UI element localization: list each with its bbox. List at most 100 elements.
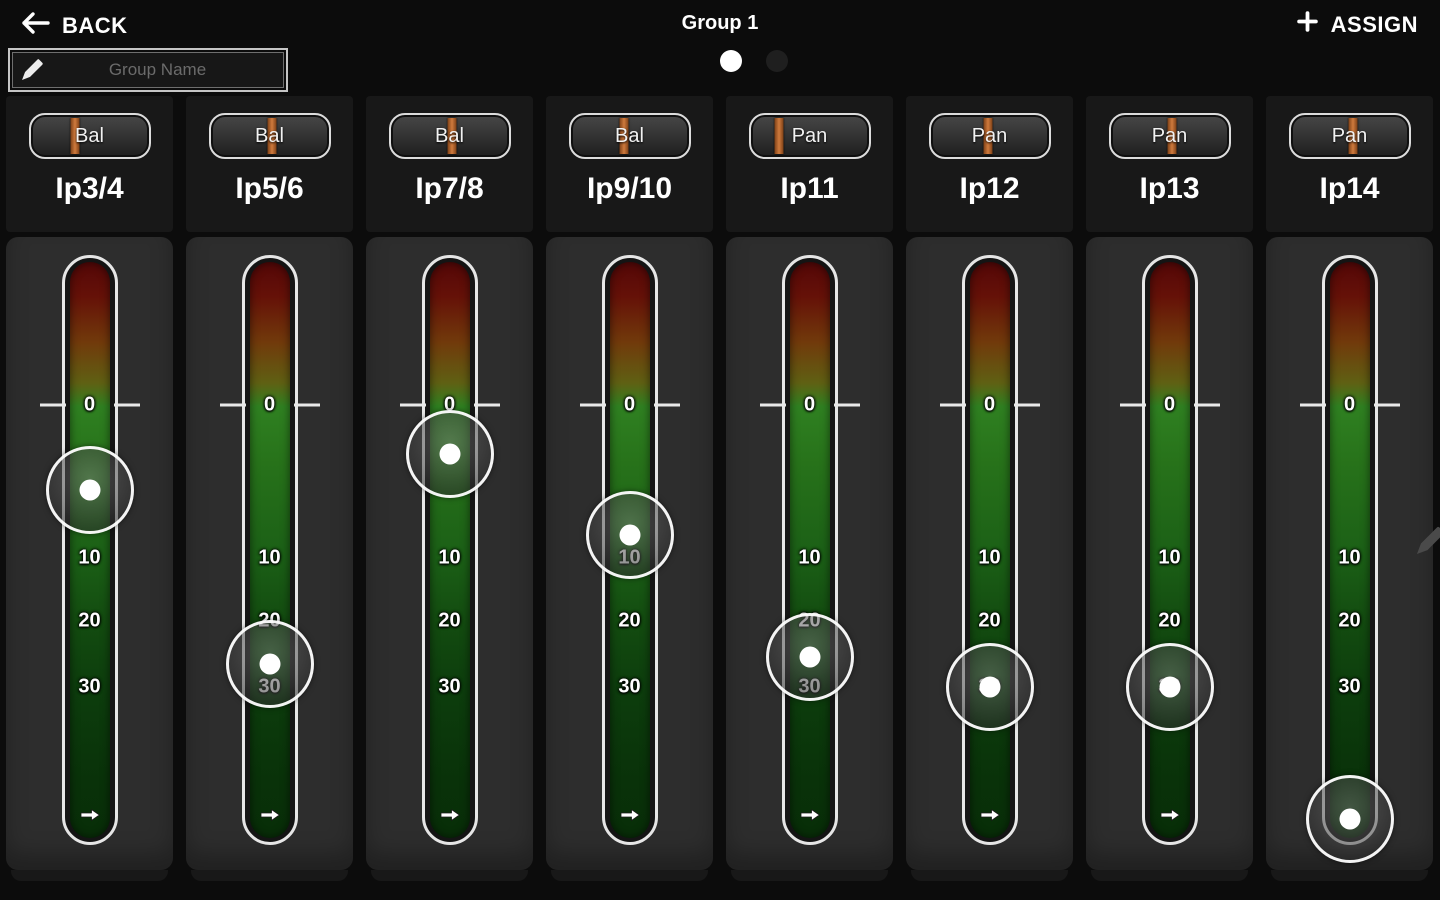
scale-mark-10: 10 (1338, 546, 1361, 569)
pan-bal-button[interactable]: Pan (748, 113, 871, 159)
min-level-arrow-icon (979, 808, 1001, 822)
edge-edit-pencil-icon[interactable] (1413, 524, 1440, 558)
scale-mark-0: 0 (1343, 393, 1356, 416)
channel-header: Pan Ip14 (1266, 96, 1433, 232)
channel-header: Bal Ip9/10 (546, 96, 713, 232)
fader-panel: 0102030 (1086, 237, 1253, 881)
fader-knob[interactable] (1305, 775, 1394, 864)
channel-label: Ip13 (1139, 172, 1200, 205)
scale-mark-10: 10 (798, 546, 821, 569)
zero-tick (1299, 403, 1326, 407)
channel-strip: Pan Ip13 0102030 (1086, 96, 1253, 881)
scale-mark-10: 10 (78, 546, 101, 569)
zero-tick (653, 403, 680, 407)
fader-scale: 0102030 (39, 258, 140, 842)
fader-knob[interactable] (945, 642, 1034, 731)
fader-scale: 0102030 (759, 258, 860, 842)
pan-bal-button[interactable]: Bal (388, 113, 511, 159)
pan-bal-label: Bal (75, 124, 104, 147)
scale-mark-20: 20 (438, 609, 461, 632)
fader-knob-dot (1339, 808, 1360, 830)
assign-button[interactable]: ASSIGN (1291, 10, 1424, 39)
scale-mark-20: 20 (618, 609, 641, 632)
fader-track[interactable]: 0 10 20 30 (1299, 255, 1400, 864)
page-dot-1[interactable] (720, 50, 742, 72)
pan-bal-label: Bal (435, 124, 464, 147)
channel-label: Ip11 (780, 172, 839, 205)
scale-mark-10: 10 (1158, 546, 1181, 569)
channel-strip: Bal Ip9/10 0102030 (546, 96, 713, 881)
fader-track[interactable]: 0102030 (399, 255, 500, 845)
scale-mark-0: 0 (263, 393, 276, 416)
fader-panel: 0102030 (906, 237, 1073, 881)
pan-indicator-bar (774, 118, 784, 154)
channel-header: Pan Ip12 (906, 96, 1073, 232)
zero-tick (39, 403, 66, 407)
fader-track[interactable]: 0102030 (1119, 255, 1220, 845)
channel-header: Bal Ip5/6 (186, 96, 353, 232)
fader-knob[interactable] (585, 491, 674, 580)
fader-track[interactable]: 0102030 (39, 255, 140, 845)
zero-tick (1119, 403, 1146, 407)
scale-mark-0: 0 (623, 393, 636, 416)
scale-mark-20: 20 (1158, 609, 1181, 632)
zero-tick (219, 403, 246, 407)
min-level-arrow-icon (1159, 808, 1181, 822)
channel-header: Bal Ip3/4 (6, 96, 173, 232)
fader-knob-dot (979, 676, 1000, 698)
fader-knob[interactable] (765, 612, 854, 701)
channel-label: Ip12 (959, 172, 1020, 205)
scale-mark-10: 10 (258, 546, 281, 569)
group-name-input[interactable] (45, 59, 304, 81)
pan-bal-button[interactable]: Bal (28, 113, 151, 159)
scale-mark-10: 10 (438, 546, 461, 569)
scale-mark-20: 20 (978, 609, 1001, 632)
zero-tick (113, 403, 140, 407)
scale-mark-0: 0 (803, 393, 816, 416)
top-bar: BACK Group 1 ASSIGN (0, 0, 1440, 96)
scale-mark-30: 30 (618, 675, 641, 698)
channel-header: Pan Ip13 (1086, 96, 1253, 232)
fader-scale: 0102030 (219, 258, 320, 842)
channel-label: Ip14 (1319, 172, 1380, 205)
fader-panel: 0102030 (186, 237, 353, 881)
pan-bal-button[interactable]: Bal (208, 113, 331, 159)
scale-mark-20: 20 (1338, 609, 1361, 632)
channel-label: Ip3/4 (55, 172, 124, 205)
fader-track[interactable]: 0102030 (219, 255, 320, 845)
scale-mark-0: 0 (83, 393, 96, 416)
min-level-arrow-icon (79, 808, 101, 822)
plus-icon (1296, 11, 1318, 38)
zero-tick (939, 403, 966, 407)
fader-knob-dot (799, 646, 820, 668)
fader-knob[interactable] (45, 446, 134, 535)
fader-scale: 0102030 (399, 258, 500, 842)
group-name-field (8, 48, 304, 92)
scale-mark-0: 0 (1163, 393, 1176, 416)
fader-track[interactable]: 0102030 (759, 255, 860, 845)
zero-tick (473, 403, 500, 407)
pan-bal-button[interactable]: Pan (928, 113, 1051, 159)
fader-knob[interactable] (1125, 642, 1214, 731)
pan-bal-button[interactable]: Bal (568, 113, 691, 159)
fader-knob[interactable] (405, 410, 494, 499)
min-level-arrow-icon (439, 808, 461, 822)
min-level-arrow-icon (259, 808, 281, 822)
pan-bal-button[interactable]: Pan (1288, 113, 1411, 159)
scale-mark-30: 30 (1338, 675, 1361, 698)
fader-panel: 0102030 (366, 237, 533, 881)
fader-knob[interactable] (225, 619, 314, 708)
page-dot-2[interactable] (766, 50, 788, 72)
fader-track[interactable]: 0102030 (579, 255, 680, 845)
channel-label: Ip5/6 (235, 172, 304, 205)
pan-bal-button[interactable]: Pan (1108, 113, 1231, 159)
assign-label: ASSIGN (1330, 11, 1418, 37)
fader-track[interactable]: 0102030 (939, 255, 1040, 845)
zero-tick (1193, 403, 1220, 407)
fader-scale: 0102030 (939, 258, 1040, 842)
scale-mark-30: 30 (78, 675, 101, 698)
zero-tick (293, 403, 320, 407)
channel-label: Ip7/8 (415, 172, 484, 205)
fader-knob-dot (619, 524, 640, 546)
pan-bal-label: Pan (1151, 124, 1188, 147)
